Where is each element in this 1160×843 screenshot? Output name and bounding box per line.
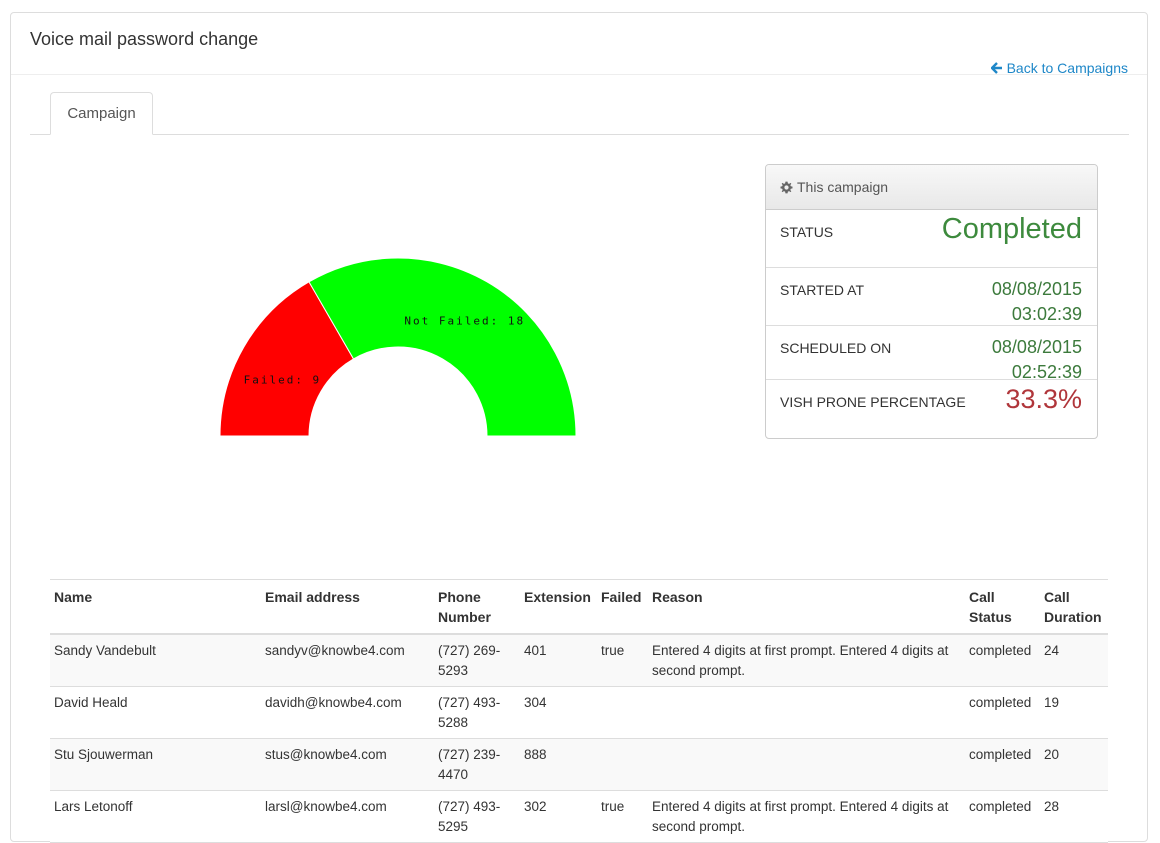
panel-header: Voice mail password change Back to Campa…: [11, 13, 1147, 76]
cell-call-duration: 24: [1040, 634, 1108, 687]
column-header-reason[interactable]: Reason: [648, 579, 965, 635]
tab-bar: Campaign: [30, 92, 1129, 135]
arrow-left-icon: [990, 62, 1002, 74]
column-header-failed[interactable]: Failed: [597, 579, 648, 635]
tab-campaign[interactable]: Campaign: [50, 92, 153, 135]
cell-name: Stu Sjouwerman: [50, 738, 261, 791]
back-to-campaigns-label: Back to Campaigns: [1006, 60, 1128, 76]
started-at-row: STARTED AT 08/08/2015 03:02:39: [766, 268, 1097, 326]
cell-reason: Entered 4 digits at first prompt. Entere…: [648, 634, 965, 687]
back-to-campaigns-link[interactable]: Back to Campaigns: [990, 60, 1128, 76]
cell-reason: Entered 4 digits at first prompt. Entere…: [648, 790, 965, 843]
table-header-row: Name Email address Phone Number Extensio…: [50, 579, 1108, 635]
gauge-label-failed: Failed: 9: [244, 373, 322, 386]
column-header-call-duration[interactable]: Call Duration: [1040, 579, 1108, 635]
failed-gauge-chart: Failed: 9 Not Failed: 18: [219, 257, 577, 437]
page-title: Voice mail password change: [30, 29, 259, 49]
cell-phone: (727) 239-4470: [434, 738, 520, 791]
cell-failed: [597, 738, 648, 791]
status-row: STATUS Completed: [766, 210, 1097, 268]
cell-call-status: completed: [965, 634, 1040, 687]
vish-prone-label: VISH PRONE PERCENTAGE: [780, 394, 966, 410]
cell-call-duration: 20: [1040, 738, 1108, 791]
cell-extension: 304: [520, 686, 597, 739]
this-campaign-box: This campaign STATUS Completed STARTED A…: [765, 164, 1098, 439]
column-header-call-status[interactable]: Call Status: [965, 579, 1040, 635]
results-table: Name Email address Phone Number Extensio…: [50, 579, 1108, 843]
cell-phone: (727) 269-5293: [434, 634, 520, 687]
started-at-value: 08/08/2015 03:02:39: [991, 279, 1082, 324]
column-header-email[interactable]: Email address: [261, 579, 434, 635]
column-header-name[interactable]: Name: [50, 579, 261, 635]
scheduled-on-value: 08/08/2015 02:52:39: [991, 337, 1082, 382]
cell-call-duration: 19: [1040, 686, 1108, 739]
campaign-box-header: This campaign: [766, 165, 1097, 210]
cell-phone: (727) 493-5295: [434, 790, 520, 843]
cell-extension: 401: [520, 634, 597, 687]
table-row: Stu Sjouwerman stus@knowbe4.com (727) 23…: [50, 738, 1108, 791]
cell-call-status: completed: [965, 738, 1040, 791]
cell-call-status: completed: [965, 686, 1040, 739]
status-value: Completed: [941, 213, 1082, 245]
gauge-slice-not-failed[interactable]: [308, 257, 577, 437]
cell-extension: 888: [520, 738, 597, 791]
scheduled-on-row: SCHEDULED ON 08/08/2015 02:52:39: [766, 326, 1097, 382]
cell-call-duration: 28: [1040, 790, 1108, 843]
scheduled-on-label: SCHEDULED ON: [780, 340, 892, 356]
column-header-phone[interactable]: Phone Number: [434, 579, 520, 635]
table-row: David Heald davidh@knowbe4.com (727) 493…: [50, 686, 1108, 739]
cell-name: Lars Letonoff: [50, 790, 261, 843]
cell-failed: true: [597, 790, 648, 843]
started-at-label: STARTED AT: [780, 282, 865, 298]
cell-email: stus@knowbe4.com: [261, 738, 434, 791]
campaign-box-title: This campaign: [797, 179, 889, 195]
table-row: Sandy Vandebult sandyv@knowbe4.com (727)…: [50, 634, 1108, 687]
gear-icon: [780, 181, 793, 193]
cell-call-status: completed: [965, 790, 1040, 843]
status-label: STATUS: [780, 224, 834, 240]
cell-name: David Heald: [50, 686, 261, 739]
cell-email: davidh@knowbe4.com: [261, 686, 434, 739]
cell-email: sandyv@knowbe4.com: [261, 634, 434, 687]
gauge-label-not-failed: Not Failed: 18: [404, 314, 525, 327]
cell-failed: true: [597, 634, 648, 687]
table-row: Lars Letonoff larsl@knowbe4.com (727) 49…: [50, 790, 1108, 843]
cell-reason: [648, 686, 965, 739]
cell-failed: [597, 686, 648, 739]
cell-reason: [648, 738, 965, 791]
vish-prone-value: 33.3%: [1005, 384, 1082, 414]
cell-name: Sandy Vandebult: [50, 634, 261, 687]
vish-prone-row: VISH PRONE PERCENTAGE 33.3%: [766, 380, 1097, 438]
cell-email: larsl@knowbe4.com: [261, 790, 434, 843]
column-header-extension[interactable]: Extension: [520, 579, 597, 635]
cell-phone: (727) 493-5288: [434, 686, 520, 739]
cell-extension: 302: [520, 790, 597, 843]
